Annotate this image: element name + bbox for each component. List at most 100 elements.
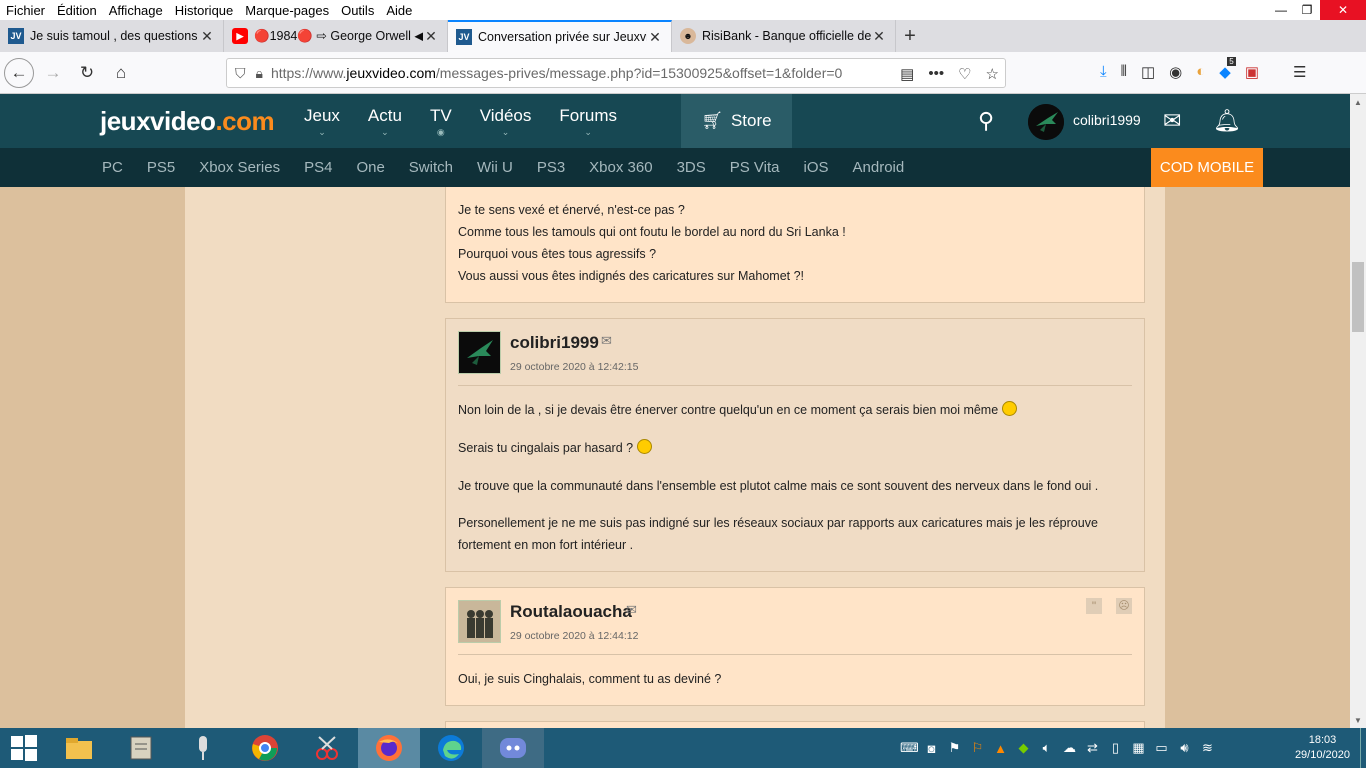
quote-icon[interactable]: " bbox=[1086, 598, 1102, 614]
message-author[interactable]: colibri1999 bbox=[510, 333, 599, 353]
scrollbar-thumb[interactable] bbox=[1352, 262, 1364, 332]
volume-icon[interactable]: 🔈︎ bbox=[1038, 740, 1055, 756]
discord-tray-icon[interactable]: ◙ bbox=[923, 741, 940, 756]
tray-flag-icon[interactable]: ⚐ bbox=[969, 740, 986, 756]
restore-icon[interactable]: ❐ bbox=[1294, 0, 1320, 20]
avatar[interactable] bbox=[458, 600, 501, 643]
report-icon[interactable]: ☹ bbox=[1116, 598, 1132, 614]
bell-icon[interactable]: 🔔︎ bbox=[1213, 108, 1241, 134]
new-tab-icon[interactable]: + bbox=[896, 20, 924, 52]
search-icon[interactable]: ⚲ bbox=[978, 108, 994, 134]
show-desktop-button[interactable] bbox=[1360, 728, 1366, 768]
hamburger-menu-icon[interactable]: ☰ bbox=[1293, 63, 1306, 81]
close-tab-icon[interactable]: ✕ bbox=[423, 28, 439, 45]
forward-icon[interactable]: → bbox=[38, 58, 68, 88]
mail-icon[interactable]: ✉ bbox=[601, 333, 612, 349]
shield-icon[interactable]: ⛉ bbox=[235, 65, 246, 82]
page-actions-icon[interactable]: ••• bbox=[928, 65, 944, 83]
menu-marque-pages[interactable]: Marque-pages bbox=[239, 3, 335, 18]
platform-ps-vita[interactable]: PS Vita bbox=[718, 159, 792, 176]
tray-device-icon[interactable]: ▯ bbox=[1107, 740, 1124, 756]
tab-conversation[interactable]: JV Conversation privée sur Jeuxvid ✕ bbox=[448, 20, 672, 52]
minimize-icon[interactable]: — bbox=[1268, 0, 1294, 20]
home-icon[interactable]: ⌂ bbox=[106, 58, 136, 88]
wifi-icon[interactable]: ≋ bbox=[1199, 740, 1216, 756]
chrome-icon[interactable] bbox=[234, 728, 296, 768]
snipping-tool-icon[interactable] bbox=[296, 728, 358, 768]
menu-fichier[interactable]: Fichier bbox=[0, 3, 51, 18]
close-window-icon[interactable]: ✕ bbox=[1320, 0, 1366, 20]
site-logo[interactable]: jeuxvideo.com bbox=[100, 106, 275, 137]
mail-icon[interactable]: ✉ bbox=[1163, 108, 1181, 134]
download-icon[interactable]: ⤓ bbox=[1100, 63, 1107, 81]
shield-extension-icon[interactable]: ▣ bbox=[1245, 63, 1259, 81]
notepad-app-icon[interactable] bbox=[110, 728, 172, 768]
menu-outils[interactable]: Outils bbox=[335, 3, 380, 18]
nav-actu[interactable]: Actu ⌄ bbox=[354, 94, 416, 148]
platform-3ds[interactable]: 3DS bbox=[665, 159, 718, 176]
username[interactable]: colibri1999 bbox=[1073, 112, 1141, 128]
account-icon[interactable]: ◉ bbox=[1169, 63, 1182, 81]
scroll-up-icon[interactable]: ▲ bbox=[1350, 94, 1366, 110]
platform-android[interactable]: Android bbox=[841, 159, 917, 176]
platform-pc[interactable]: PC bbox=[90, 159, 135, 176]
bookmark-star-icon[interactable]: ☆ bbox=[986, 65, 999, 83]
nvidia-icon[interactable]: ◆ bbox=[1015, 740, 1032, 756]
battery-icon[interactable]: ▭ bbox=[1153, 740, 1170, 756]
platform-one[interactable]: One bbox=[344, 159, 396, 176]
platform-ps4[interactable]: PS4 bbox=[292, 159, 344, 176]
windows-start-icon[interactable] bbox=[0, 728, 48, 768]
close-tab-icon[interactable]: ✕ bbox=[199, 28, 215, 45]
nav-forums[interactable]: Forums ⌄ bbox=[545, 94, 631, 148]
message-author[interactable]: Routalaouacha bbox=[510, 602, 632, 622]
reload-icon[interactable]: ↻ bbox=[72, 58, 102, 88]
nav-videos[interactable]: Vidéos ⌄ bbox=[466, 94, 546, 148]
close-tab-icon[interactable]: ✕ bbox=[647, 29, 663, 46]
platform-switch[interactable]: Switch bbox=[397, 159, 465, 176]
tab-tamoul[interactable]: JV Je suis tamoul , des questions ? ✕ bbox=[0, 20, 224, 52]
platform-ps5[interactable]: PS5 bbox=[135, 159, 187, 176]
tray-weather-icon[interactable]: ☁ bbox=[1061, 740, 1078, 756]
keyboard-icon[interactable]: ⌨ bbox=[900, 740, 919, 756]
store-button[interactable]: 🛒︎ Store bbox=[681, 94, 792, 148]
edge-icon[interactable] bbox=[420, 728, 482, 768]
tray-app2-icon[interactable]: ▲ bbox=[992, 741, 1009, 756]
menu-aide[interactable]: Aide bbox=[380, 3, 418, 18]
file-explorer-icon[interactable] bbox=[48, 728, 110, 768]
menu-historique[interactable]: Historique bbox=[169, 3, 240, 18]
lock-icon[interactable]: 🔒︎ bbox=[256, 65, 263, 82]
platform-wii-u[interactable]: Wii U bbox=[465, 159, 525, 176]
extension-icon[interactable]: ◐ bbox=[1196, 63, 1205, 81]
discord-icon[interactable] bbox=[482, 728, 544, 768]
reader-view-icon[interactable]: ▤ bbox=[900, 65, 914, 83]
platform-ios[interactable]: iOS bbox=[792, 159, 841, 176]
platform-xbox-series[interactable]: Xbox Series bbox=[187, 159, 292, 176]
menu-affichage[interactable]: Affichage bbox=[103, 3, 169, 18]
nav-tv[interactable]: TV ◉ bbox=[416, 94, 466, 148]
back-icon[interactable]: ← bbox=[4, 57, 34, 88]
firefox-icon[interactable] bbox=[358, 728, 420, 768]
mail-icon[interactable]: ✉ bbox=[626, 602, 637, 618]
menu-edition[interactable]: Édition bbox=[51, 3, 103, 18]
network-icon[interactable]: ▦ bbox=[1130, 740, 1147, 756]
library-icon[interactable]: ⫴ bbox=[1121, 63, 1127, 81]
microphone-icon[interactable] bbox=[172, 728, 234, 768]
platform-xbox-360[interactable]: Xbox 360 bbox=[577, 159, 664, 176]
clock[interactable]: 18:03 29/10/2020 bbox=[1295, 733, 1350, 763]
speaker-icon[interactable]: 🔊︎ bbox=[1176, 740, 1193, 756]
tray-app-icon[interactable]: ⚑ bbox=[946, 740, 963, 756]
avatar[interactable] bbox=[458, 331, 501, 374]
nav-jeux[interactable]: Jeux ⌄ bbox=[290, 94, 354, 148]
extension-badge-icon[interactable]: ◆ 5 bbox=[1219, 57, 1236, 81]
tab-risibank[interactable]: ☻ RisiBank - Banque officielle des ✕ bbox=[672, 20, 896, 52]
promo-cod-mobile[interactable]: COD MOBILE bbox=[1151, 148, 1263, 187]
page-scrollbar[interactable]: ▲ ▼ bbox=[1350, 94, 1366, 728]
pocket-icon[interactable]: ♡ bbox=[958, 65, 971, 83]
sidebar-icon[interactable]: ◫ bbox=[1141, 63, 1155, 81]
scroll-down-icon[interactable]: ▼ bbox=[1350, 712, 1366, 728]
platform-ps3[interactable]: PS3 bbox=[525, 159, 577, 176]
tab-youtube[interactable]: ▶ 🔴1984🔴 ⇨ George Orwell ◀livre ✕ bbox=[224, 20, 448, 52]
avatar[interactable] bbox=[1028, 104, 1064, 140]
close-tab-icon[interactable]: ✕ bbox=[871, 28, 887, 45]
tray-sync-icon[interactable]: ⇄ bbox=[1084, 740, 1101, 756]
